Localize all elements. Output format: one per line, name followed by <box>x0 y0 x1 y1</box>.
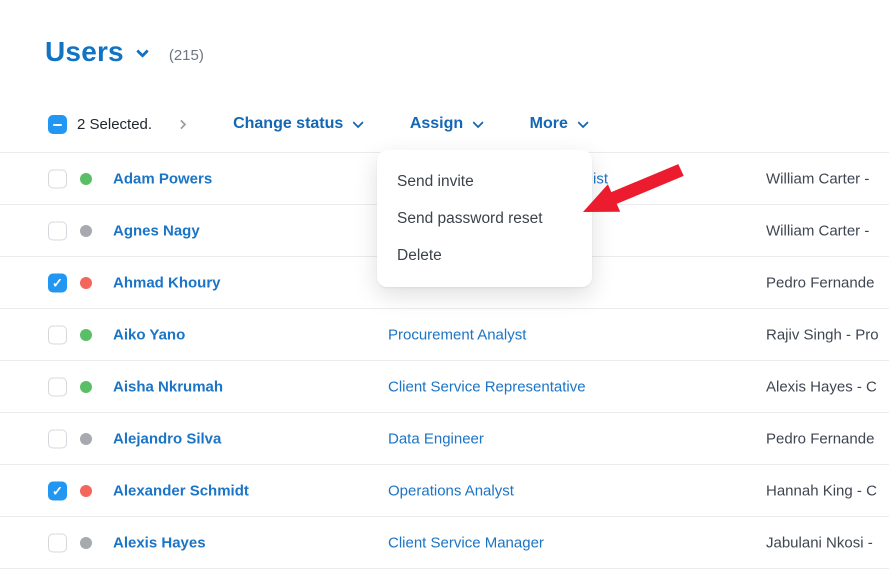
table-row: Alejandro Silva Data Engineer Pedro Fernan… <box>0 413 889 465</box>
change-status-button[interactable]: Change status <box>233 115 362 133</box>
row-checkbox[interactable] <box>48 221 67 240</box>
user-name-link[interactable]: Alexander Schmidt <box>113 482 249 499</box>
row-checkbox[interactable] <box>48 429 67 448</box>
menu-item-send-invite[interactable]: Send invite <box>377 163 592 200</box>
page-title: Users <box>45 36 124 68</box>
chevron-down-icon <box>577 117 588 128</box>
more-label: More <box>530 115 568 133</box>
job-title-link[interactable]: Operations Analyst <box>388 482 514 499</box>
bulk-action-toolbar: 2 Selected. Change status Assign More <box>48 104 586 144</box>
user-name-link[interactable]: Aisha Nkrumah <box>113 378 223 395</box>
status-dot-green <box>80 173 92 185</box>
table-row: Aisha Nkrumah Client Service Representati… <box>0 361 889 413</box>
job-title-link[interactable]: Client Service Manager <box>388 534 544 551</box>
users-page: Users (215) 2 Selected. Change status As… <box>0 0 889 569</box>
table-row: ✓ Alexander Schmidt Operations Analyst Hann… <box>0 465 889 517</box>
user-name-link[interactable]: Adam Powers <box>113 170 212 187</box>
more-button[interactable]: More <box>530 115 587 133</box>
manager-cell: Hannah King - C <box>766 482 877 499</box>
manager-cell: Alexis Hayes - C <box>766 378 877 395</box>
table-row: Alexis Hayes Client Service Manager Jabula… <box>0 517 889 569</box>
change-status-label: Change status <box>233 115 343 133</box>
manager-cell: Jabulani Nkosi - <box>766 534 873 551</box>
manager-cell: Pedro Fernande <box>766 430 874 447</box>
row-checkbox[interactable] <box>48 325 67 344</box>
row-checkbox[interactable] <box>48 377 67 396</box>
user-count: (215) <box>169 47 204 64</box>
status-dot-green <box>80 381 92 393</box>
row-checkbox[interactable]: ✓ <box>48 481 67 500</box>
assign-button[interactable]: Assign <box>410 115 482 133</box>
user-name-link[interactable]: Agnes Nagy <box>113 222 200 239</box>
job-title-link[interactable]: Procurement Analyst <box>388 326 526 343</box>
row-checkbox[interactable]: ✓ <box>48 273 67 292</box>
manager-cell: William Carter - <box>766 222 869 239</box>
status-dot-green <box>80 329 92 341</box>
row-checkbox[interactable] <box>48 533 67 552</box>
manager-cell: Rajiv Singh - Pro <box>766 326 879 343</box>
menu-item-send-password-reset[interactable]: Send password reset <box>377 200 592 237</box>
status-dot-red <box>80 277 92 289</box>
status-dot-gray <box>80 225 92 237</box>
user-name-link[interactable]: Ahmad Khoury <box>113 274 221 291</box>
select-all-checkbox[interactable] <box>48 115 67 134</box>
job-title-link[interactable]: Client Service Representative <box>388 378 586 395</box>
chevron-down-icon[interactable] <box>136 45 149 58</box>
status-dot-gray <box>80 537 92 549</box>
manager-cell: William Carter - <box>766 170 869 187</box>
actions-dropdown-menu: Send inviteSend password resetDelete <box>377 150 592 287</box>
chevron-down-icon <box>353 117 364 128</box>
job-title-link[interactable]: Data Engineer <box>388 430 484 447</box>
user-name-link[interactable]: Alejandro Silva <box>113 430 221 447</box>
selected-count-label: 2 Selected. <box>77 116 152 133</box>
manager-cell: Pedro Fernande <box>766 274 874 291</box>
chevron-down-icon <box>473 117 484 128</box>
user-name-link[interactable]: Aiko Yano <box>113 326 185 343</box>
menu-item-delete[interactable]: Delete <box>377 237 592 274</box>
chevron-right-icon <box>177 119 187 129</box>
row-checkbox[interactable] <box>48 169 67 188</box>
job-title-partial: ist <box>593 170 608 187</box>
assign-label: Assign <box>410 115 463 133</box>
status-dot-red <box>80 485 92 497</box>
table-row: Aiko Yano Procurement Analyst Rajiv Singh … <box>0 309 889 361</box>
user-name-link[interactable]: Alexis Hayes <box>113 534 206 551</box>
page-header: Users (215) <box>45 36 204 68</box>
status-dot-gray <box>80 433 92 445</box>
